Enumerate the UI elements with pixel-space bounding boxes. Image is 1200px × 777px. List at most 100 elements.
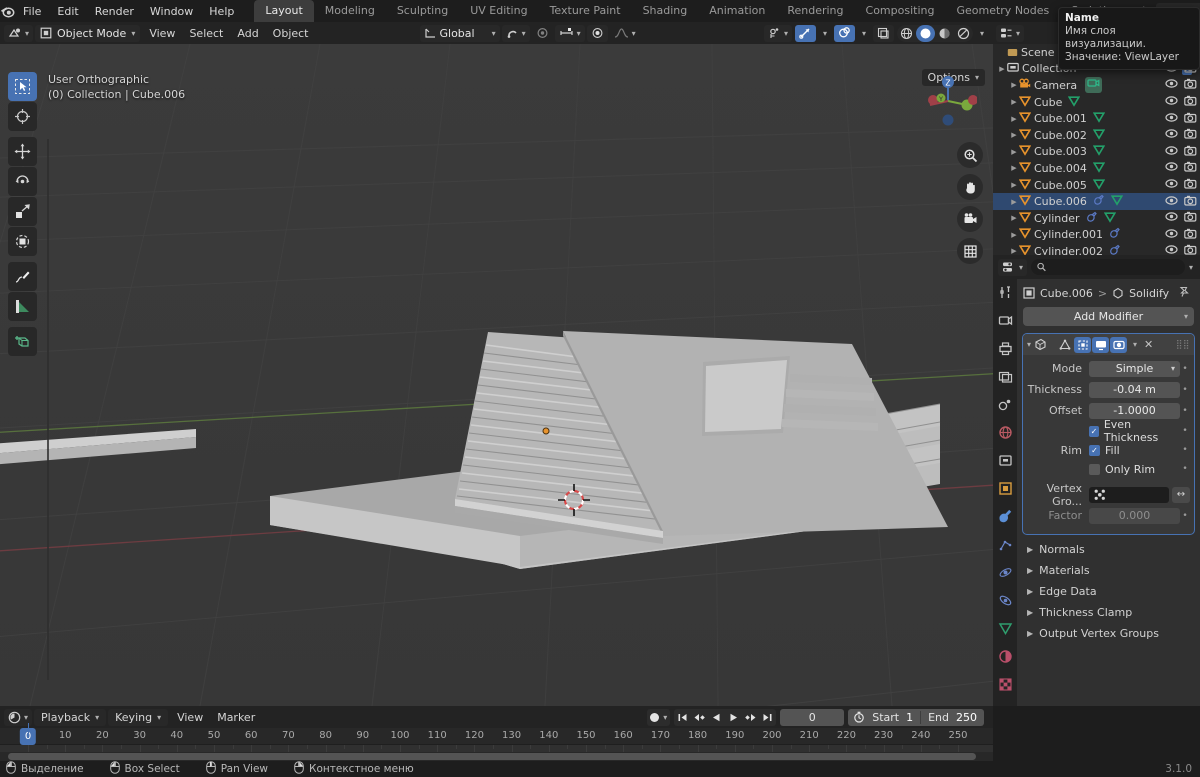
outliner-item-cube-006[interactable]: ▶ Cube.006 — [993, 193, 1200, 210]
menu-file[interactable]: File — [15, 3, 49, 20]
camera-render-icon[interactable] — [1184, 178, 1197, 192]
outliner-item-camera[interactable]: ▶ Camera — [993, 77, 1200, 94]
menu-edit[interactable]: Edit — [49, 3, 86, 20]
properties-search-dropdown-icon[interactable]: ▾ — [1189, 263, 1195, 272]
camera-render-icon[interactable] — [1184, 244, 1197, 255]
snap-toggle[interactable]: ▾ — [501, 24, 530, 42]
shading-material-button[interactable] — [935, 25, 954, 42]
viewport-3d[interactable]: ▾ Object Mode ▾ View Select Add Object Glob… — [0, 22, 993, 706]
timeline-scrollbar-thumb[interactable] — [8, 753, 976, 760]
disclosure-triangle[interactable]: ▶ — [1009, 98, 1019, 106]
add-modifier-button[interactable]: Add Modifier ▾ — [1023, 307, 1194, 326]
disclosure-triangle[interactable]: ▶ — [1009, 148, 1019, 156]
checkbox-box[interactable] — [1089, 463, 1100, 475]
camera-render-icon[interactable] — [1184, 228, 1197, 242]
tool-scale[interactable] — [8, 197, 37, 226]
tool-measure[interactable] — [8, 292, 37, 321]
outliner-item-cube-002[interactable]: ▶ Cube.002 — [993, 127, 1200, 144]
menu-window[interactable]: Window — [142, 3, 201, 20]
outliner-item-cylinder-001[interactable]: ▶ Cylinder.001 — [993, 227, 1200, 244]
vertex-group-field[interactable] — [1089, 486, 1169, 503]
menu-help[interactable]: Help — [201, 3, 242, 20]
start-frame-value[interactable]: 1 — [906, 711, 920, 724]
previous-keyframe-button[interactable] — [691, 709, 708, 726]
interaction-mode-selector[interactable]: Object Mode ▾ — [35, 24, 141, 42]
properties-tool-tab[interactable] — [996, 285, 1014, 303]
eye-icon[interactable] — [1165, 195, 1178, 209]
properties-editor[interactable]: ▾ ▾ Cube.006 > Solidify Add Modifier ▾ ▾… — [990, 255, 1200, 706]
chevron-down-icon[interactable]: ▾ — [663, 713, 667, 722]
play-button[interactable] — [725, 709, 742, 726]
modifier-panel-header[interactable]: ▾ ▾ ✕ ⣿⣿ — [1023, 334, 1194, 355]
modifier-extras-dropdown-icon[interactable]: ▾ — [1133, 340, 1137, 349]
timeline-menu-keying[interactable]: Keying ▾ — [108, 708, 169, 726]
xray-toggle[interactable] — [872, 24, 894, 42]
menu-render[interactable]: Render — [87, 3, 142, 20]
workspace-tab-layout[interactable]: Layout — [254, 0, 314, 22]
modifier-realtime-toggle[interactable] — [1092, 336, 1110, 353]
disclosure-triangle[interactable]: ▶ — [1009, 115, 1019, 123]
field-value[interactable]: -0.04 m — [1089, 381, 1180, 398]
properties-object-tab[interactable] — [996, 481, 1014, 499]
object-visibility-selector[interactable]: ▾ — [763, 24, 792, 42]
tool-move[interactable] — [8, 137, 37, 166]
eye-icon[interactable] — [1165, 178, 1178, 192]
overlays-toggle[interactable] — [833, 24, 855, 42]
animate-property-dot[interactable]: • — [1180, 426, 1190, 436]
properties-output-tab[interactable] — [996, 341, 1014, 359]
tool-rotate[interactable] — [8, 167, 37, 196]
tool-cursor[interactable] — [8, 102, 37, 131]
workspace-tab-compositing[interactable]: Compositing — [855, 0, 946, 22]
shading-wireframe-button[interactable] — [897, 25, 916, 42]
outliner-item-cube-001[interactable]: ▶ Cube.001 — [993, 110, 1200, 127]
factor-field[interactable]: 0.000 — [1089, 507, 1180, 524]
workspace-tab-geometry-nodes[interactable]: Geometry Nodes — [945, 0, 1060, 22]
disclosure-triangle[interactable]: ▶ — [1009, 214, 1019, 222]
end-frame-value[interactable]: 250 — [956, 711, 984, 724]
modifier-section-edge-data[interactable]: ▶ Edge Data — [1017, 581, 1200, 601]
auto-keying-group[interactable]: ▾ — [647, 708, 671, 726]
jump-to-start-button[interactable] — [674, 709, 691, 726]
disclosure-triangle[interactable]: ▶ — [1009, 231, 1019, 239]
editor-type-selector[interactable]: ▾ — [4, 24, 34, 42]
outliner-item-cylinder-002[interactable]: ▶ Cylinder.002 — [993, 243, 1200, 255]
gizmo-dropdown[interactable]: ▾ — [819, 25, 831, 42]
properties-view-layer-tab[interactable] — [996, 369, 1014, 387]
properties-data-tab[interactable] — [996, 621, 1014, 639]
eye-icon[interactable] — [1165, 112, 1178, 126]
disclosure-triangle[interactable]: ▶ — [1009, 198, 1019, 206]
tool-annotate[interactable] — [8, 262, 37, 291]
camera-render-icon[interactable] — [1184, 211, 1197, 225]
tool-transform[interactable] — [8, 227, 37, 256]
play-reverse-button[interactable] — [708, 709, 725, 726]
camera-render-icon[interactable] — [1184, 195, 1197, 209]
workspace-tab-rendering[interactable]: Rendering — [776, 0, 854, 22]
disclosure-triangle[interactable]: ▶ — [1009, 81, 1019, 89]
animate-property-dot[interactable]: • — [1180, 364, 1190, 374]
toggle-ortho-button[interactable] — [957, 238, 983, 264]
playback-buttons[interactable] — [674, 708, 777, 726]
outliner-item-cylinder[interactable]: ▶ Cylinder — [993, 210, 1200, 227]
modifier-on-cage-toggle[interactable] — [1056, 337, 1073, 353]
overlays-dropdown[interactable]: ▾ — [858, 25, 870, 42]
snap-increment-selector[interactable]: ▾ — [554, 24, 585, 42]
mesh-data-icon[interactable] — [1092, 178, 1106, 193]
workspace-tab-texture-paint[interactable]: Texture Paint — [539, 0, 632, 22]
viewport-menu-add[interactable]: Add — [230, 25, 265, 42]
camera-data-icon[interactable] — [1085, 77, 1103, 94]
eye-icon[interactable] — [1165, 95, 1178, 109]
shading-dropdown[interactable]: ▾ — [976, 25, 988, 42]
mesh-data-icon[interactable] — [1092, 111, 1106, 126]
camera-render-icon[interactable] — [1184, 95, 1197, 109]
animate-property-dot[interactable]: • — [1180, 406, 1190, 416]
modifier-section-output-vertex-groups[interactable]: ▶ Output Vertex Groups — [1017, 623, 1200, 643]
modifier-icon[interactable] — [1109, 227, 1121, 242]
workspace-tab-shading[interactable]: Shading — [632, 0, 699, 22]
camera-view-button[interactable] — [957, 206, 983, 232]
workspace-tab-animation[interactable]: Animation — [698, 0, 776, 22]
proportional-edit-toggle[interactable] — [532, 25, 553, 42]
properties-physics-tab[interactable] — [996, 565, 1014, 583]
field-value[interactable]: Simple ▾ — [1089, 360, 1180, 377]
timeline-menu-marker[interactable]: Marker — [210, 709, 262, 726]
timeline-scrollbar[interactable] — [0, 752, 993, 761]
